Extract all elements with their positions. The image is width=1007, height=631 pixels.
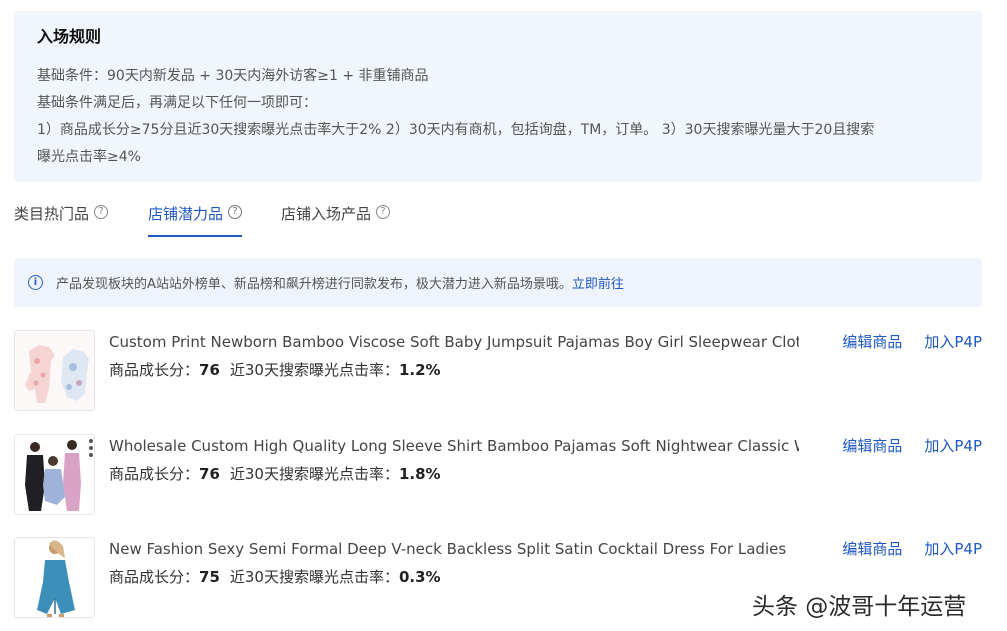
add-p4p-button[interactable]: 加入P4P [924, 333, 982, 351]
product-image[interactable] [14, 537, 95, 618]
ctr-label: 近30天搜索曝光点击率： [229, 568, 399, 586]
growth-score-label: 商品成长分： [109, 361, 200, 379]
growth-score-label: 商品成长分： [109, 465, 200, 483]
add-p4p-button[interactable]: 加入P4P [924, 540, 982, 558]
help-icon[interactable]: ? [94, 205, 109, 219]
growth-score-value: 76 [199, 361, 220, 379]
edit-product-button[interactable]: 编辑商品 [842, 437, 902, 455]
ctr-value: 1.2% [398, 361, 441, 379]
rules-line: 1）商品成长分≥75分且近30天搜索曝光点击率大于2% 2）30天内有商机，包括… [37, 122, 875, 138]
growth-score-value: 75 [199, 568, 220, 586]
tab-label: 店铺入场产品 [281, 205, 372, 223]
product-metrics: 商品成长分：76 近30天搜索曝光点击率：1.2% [109, 359, 441, 381]
watermark: 头条 @波哥十年运营 [752, 594, 967, 620]
help-icon[interactable]: ? [376, 205, 391, 219]
go-now-link[interactable]: 立即前往 [572, 273, 624, 292]
product-row: Custom Print Newborn Bamboo Viscose Soft… [14, 330, 982, 411]
notice-text: 产品发现板块的A站站外榜单、新品榜和飙升榜进行同款发布，极大潜力进入新品场景哦。 [56, 277, 572, 292]
ctr-value: 1.8% [398, 465, 441, 483]
add-p4p-button[interactable]: 加入P4P [924, 437, 982, 455]
rules-title: 入场规则 [37, 27, 102, 46]
entry-rules-panel: 入场规则 基础条件：90天内新发品 + 30天内海外访客≥1 + 非重铺商品 基… [14, 11, 982, 182]
product-metrics: 商品成长分：76 近30天搜索曝光点击率：1.8% [109, 463, 441, 485]
ctr-value: 0.3% [398, 568, 441, 586]
tab-label: 店铺潜力品 [148, 205, 224, 223]
tab-bar: 类目热门品 ? 店铺潜力品 ? 店铺入场产品 ? [14, 196, 982, 238]
rules-line: 曝光点击率≥4% [37, 149, 141, 165]
product-image[interactable] [14, 330, 95, 411]
product-actions: 编辑商品 加入P4P [842, 435, 982, 457]
product-actions: 编辑商品 加入P4P [842, 331, 982, 353]
tab-category-hot[interactable]: 类目热门品 ? [14, 196, 109, 238]
ctr-label: 近30天搜索曝光点击率： [229, 465, 399, 483]
product-image[interactable] [14, 434, 95, 515]
ctr-label: 近30天搜索曝光点击率： [229, 361, 399, 379]
help-icon[interactable]: ? [228, 205, 243, 219]
growth-score-label: 商品成长分： [109, 568, 200, 586]
product-metrics: 商品成长分：75 近30天搜索曝光点击率：0.3% [109, 566, 441, 588]
rules-line: 基础条件满足后，再满足以下任何一项即可： [37, 95, 317, 111]
edit-product-button[interactable]: 编辑商品 [842, 540, 902, 558]
tab-store-entry[interactable]: 店铺入场产品 ? [281, 196, 391, 238]
tab-label: 类目热门品 [14, 205, 90, 223]
product-title[interactable]: Custom Print Newborn Bamboo Viscose Soft… [109, 331, 799, 353]
notice-banner: i 产品发现板块的A站站外榜单、新品榜和飙升榜进行同款发布，极大潜力进入新品场景… [14, 258, 982, 307]
rules-line: 基础条件：90天内新发品 + 30天内海外访客≥1 + 非重铺商品 [37, 68, 429, 84]
info-icon: i [28, 275, 43, 290]
edit-product-button[interactable]: 编辑商品 [842, 333, 902, 351]
tab-store-potential[interactable]: 店铺潜力品 ? [148, 196, 243, 238]
growth-score-value: 76 [199, 465, 220, 483]
product-title[interactable]: New Fashion Sexy Semi Formal Deep V-neck… [109, 538, 799, 560]
product-row: Wholesale Custom High Quality Long Sleev… [14, 434, 982, 515]
product-title[interactable]: Wholesale Custom High Quality Long Sleev… [109, 435, 799, 457]
product-actions: 编辑商品 加入P4P [842, 538, 982, 560]
